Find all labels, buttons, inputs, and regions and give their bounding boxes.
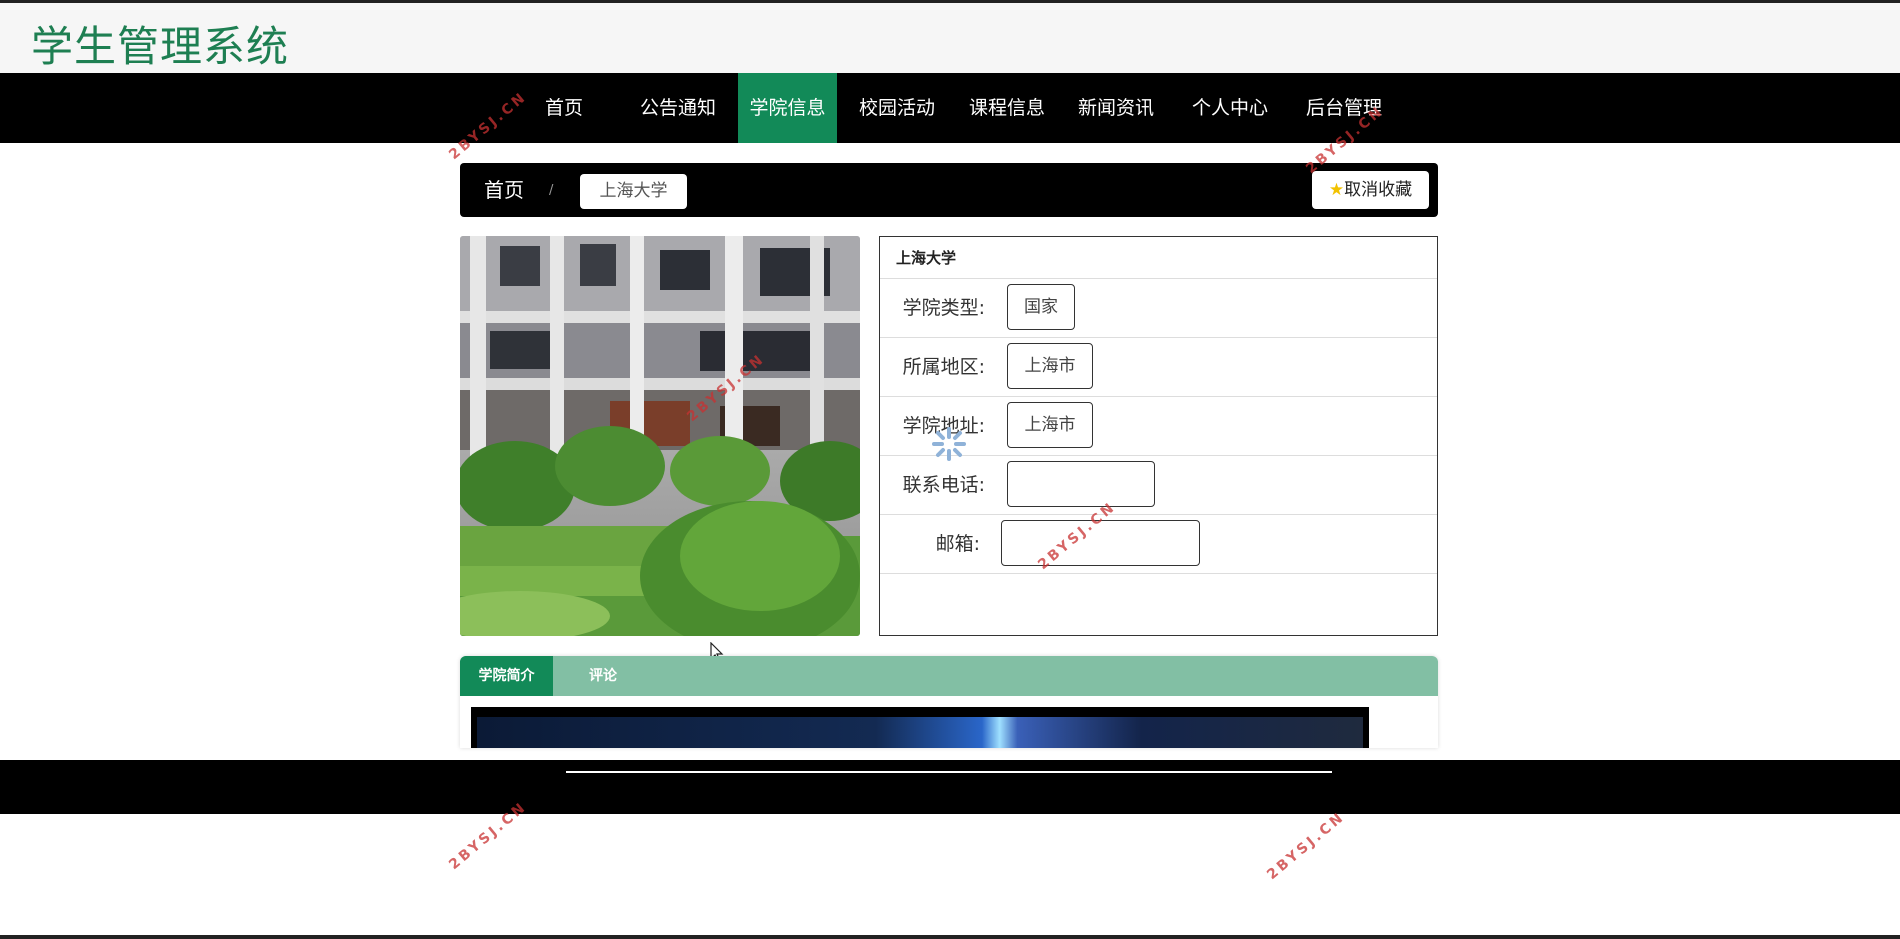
site-header: 学生管理系统 xyxy=(0,3,1900,73)
college-photo xyxy=(460,236,860,636)
info-row-type: 学院类型: 国家 xyxy=(880,278,1437,336)
tab-college-intro[interactable]: 学院简介 xyxy=(460,656,553,696)
nav-item-campus-activities[interactable]: 校园活动 xyxy=(847,73,947,143)
unfavorite-button[interactable]: ★取消收藏 xyxy=(1312,171,1429,209)
nav-item-courses[interactable]: 课程信息 xyxy=(957,73,1057,143)
info-row-phone: 联系电话: xyxy=(880,455,1437,513)
site-title: 学生管理系统 xyxy=(31,22,290,71)
college-photo-image xyxy=(460,236,860,636)
info-label-region: 所属地区: xyxy=(902,356,985,378)
main-navbar: 首页 公告通知 学院信息 校园活动 课程信息 新闻资讯 个人中心 后台管理 xyxy=(0,73,1900,143)
info-value-region: 上海市 xyxy=(1007,343,1093,389)
info-row-region: 所属地区: 上海市 xyxy=(880,337,1437,395)
star-icon: ★ xyxy=(1328,180,1345,200)
info-row-empty xyxy=(880,573,1437,635)
info-label-email: 邮箱: xyxy=(935,533,980,555)
nav-item-news[interactable]: 新闻资讯 xyxy=(1066,73,1166,143)
breadcrumb-home-link[interactable]: 首页 xyxy=(484,163,524,217)
tab-strip: 学院简介 评论 xyxy=(460,656,1438,696)
unfavorite-label: 取消收藏 xyxy=(1344,180,1413,200)
info-value-type: 国家 xyxy=(1007,284,1075,330)
breadcrumb-separator: / xyxy=(549,183,554,198)
college-detail-tabs: 学院简介 评论 xyxy=(460,656,1438,748)
info-value-address: 上海市 xyxy=(1007,402,1093,448)
nav-item-college-info[interactable]: 学院信息 xyxy=(738,73,837,143)
intro-banner-image xyxy=(471,707,1369,748)
breadcrumb-current: 上海大学 xyxy=(580,174,687,209)
info-value-phone xyxy=(1007,461,1155,507)
college-name: 上海大学 xyxy=(896,249,957,267)
info-label-type: 学院类型: xyxy=(902,297,985,319)
intro-banner-graphic xyxy=(477,717,1363,748)
bottom-frame-edge xyxy=(0,935,1900,939)
footer-divider xyxy=(566,771,1332,773)
nav-item-personal-center[interactable]: 个人中心 xyxy=(1180,73,1280,143)
tab-comments[interactable]: 评论 xyxy=(553,656,653,696)
info-label-phone: 联系电话: xyxy=(902,474,985,496)
page-footer xyxy=(0,760,1900,814)
info-value-email xyxy=(1001,520,1200,566)
nav-item-announcements[interactable]: 公告通知 xyxy=(628,73,728,143)
watermark: 2BYSJ.CN xyxy=(1264,808,1349,884)
info-row-email: 邮箱: xyxy=(880,514,1437,572)
nav-item-home[interactable]: 首页 xyxy=(526,73,602,143)
nav-item-admin[interactable]: 后台管理 xyxy=(1294,73,1394,143)
loading-spinner-icon xyxy=(932,427,966,461)
breadcrumb: 首页 / 上海大学 ★取消收藏 xyxy=(460,163,1438,217)
